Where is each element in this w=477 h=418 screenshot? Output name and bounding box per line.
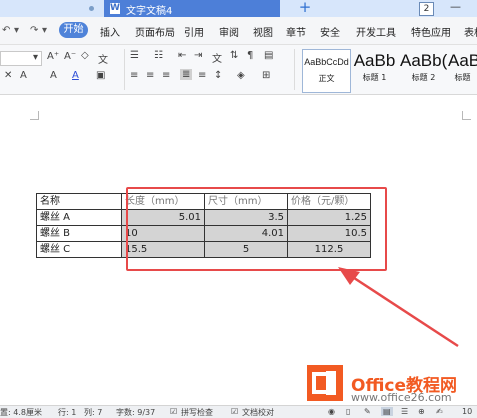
increase-indent-icon[interactable]: ⇥ [194, 50, 202, 61]
phonetic-icon[interactable]: 文 [98, 51, 108, 66]
tab-table[interactable]: 表格 [464, 24, 477, 39]
window-count-badge[interactable]: 2 [419, 2, 434, 16]
tab-security[interactable]: 安全 [320, 24, 340, 39]
tab-chapter[interactable]: 章节 [286, 24, 306, 39]
font-color-icon[interactable]: A [72, 70, 79, 81]
table-cell[interactable]: 螺丝 C [36, 241, 122, 258]
header-cell[interactable]: 名称 [36, 193, 122, 210]
redo-icon[interactable]: ↷ [30, 25, 38, 36]
page-corner-mark [30, 111, 39, 120]
status-row: 行: 1 [58, 408, 77, 417]
new-tab-button[interactable]: + [297, 0, 313, 17]
page-corner-mark [462, 111, 471, 120]
ribbon-separator [124, 49, 125, 90]
style-normal[interactable]: AaBbCcDd 正文 [302, 49, 351, 93]
spellcheck-icon[interactable]: ☑ [170, 407, 177, 416]
align-right-icon[interactable]: ≡ [162, 70, 170, 81]
status-position: 置: 4.8厘米 [0, 408, 42, 417]
outline-view-icon[interactable]: ☰ [401, 407, 408, 416]
style-label: 标题 1 [362, 73, 387, 82]
tab-review[interactable]: 审阅 [219, 24, 239, 39]
decrease-indent-icon[interactable]: ⇤ [178, 50, 186, 61]
chevron-down-icon[interactable]: ▾ [33, 52, 38, 63]
style-preview: AaBbCcDd [304, 57, 349, 67]
tab-references[interactable]: 引用 [184, 24, 204, 39]
strikethrough-icon[interactable]: ✕ [4, 70, 12, 81]
sort-icon[interactable]: ⇅ [230, 50, 238, 61]
chinese-layout-icon[interactable]: 文 [212, 50, 222, 65]
align-left-icon[interactable]: ≡ [130, 70, 138, 81]
tab-dot-icon [89, 6, 94, 11]
web-view-icon[interactable]: ⊕ [418, 407, 425, 416]
eye-icon[interactable]: ◉ [328, 407, 335, 416]
text-effect-icon[interactable]: A [50, 70, 57, 81]
read-mode-icon[interactable]: ▯ [346, 407, 350, 416]
tab-page-layout[interactable]: 页面布局 [135, 24, 175, 39]
align-center-icon[interactable]: ≡ [146, 70, 154, 81]
clear-format-icon[interactable]: ◇ [81, 50, 89, 61]
style-preview: AaBb [353, 51, 396, 70]
ribbon-separator [294, 49, 295, 90]
status-bar: 置: 4.8厘米 行: 1 列: 7 字数: 9/37 ☑ 拼写检查 ☑ 文档校… [0, 405, 477, 418]
status-col: 列: 7 [84, 408, 103, 417]
logo-url: www.office26.com [351, 391, 452, 404]
style-preview: AaBb [448, 51, 477, 70]
status-spellcheck[interactable]: 拼写检查 [181, 407, 213, 418]
shrink-font-icon[interactable]: A⁻ [64, 51, 76, 62]
tab-start[interactable]: 开始 [59, 22, 88, 38]
paragraph-settings-icon[interactable]: ▤ [264, 50, 273, 61]
edit-icon[interactable]: ✎ [364, 407, 371, 416]
tab-developer[interactable]: 开发工具 [356, 24, 396, 39]
show-marks-icon[interactable]: ¶ [247, 50, 253, 61]
undo-icon[interactable]: ↶ [2, 25, 10, 36]
title-bar: W 文字文稿4 + 2 — [0, 0, 477, 17]
line-spacing-icon[interactable]: ↕ [214, 70, 222, 81]
dropdown-icon[interactable]: ▾ [42, 25, 47, 36]
zoom-level[interactable]: 10 [462, 407, 472, 416]
arrow-shaft [347, 272, 459, 348]
shading-icon[interactable]: ◈ [237, 70, 245, 81]
status-doccheck[interactable]: 文档校对 [242, 407, 274, 418]
ribbon: ▾ A⁺ A⁻ ◇ 文 ✕ A A A ▣ ☰ ☷ ⇤ ⇥ 文 ⇅ ¶ ▤ ≡ … [0, 45, 477, 95]
tab-view[interactable]: 视图 [253, 24, 273, 39]
page-view-icon[interactable]: ▤ [381, 407, 393, 416]
dropdown-icon[interactable]: ▾ [14, 25, 19, 36]
minimize-icon[interactable]: — [450, 1, 462, 14]
table-cell[interactable]: 螺丝 A [36, 209, 122, 226]
doccheck-icon[interactable]: ☑ [231, 407, 238, 416]
style-title[interactable]: AaBb 标题 [448, 49, 477, 91]
table-cell[interactable]: 螺丝 B [36, 225, 122, 242]
document-tab-title: 文字文稿4 [126, 6, 173, 17]
office-logo-icon [307, 365, 343, 401]
annotation-arrow [338, 267, 459, 348]
style-heading-1[interactable]: AaBb 标题 1 [351, 49, 398, 91]
writing-mode-icon[interactable]: ✍ [436, 407, 443, 416]
style-preview: AaBb( [400, 51, 447, 70]
tab-insert[interactable]: 插入 [100, 24, 120, 39]
bullet-list-icon[interactable]: ☰ [130, 50, 139, 61]
justify-icon[interactable]: ≣ [180, 69, 193, 80]
style-label: 标题 [454, 73, 471, 82]
tab-special-apps[interactable]: 特色应用 [411, 24, 451, 39]
highlight-icon[interactable]: A [20, 70, 27, 81]
office-logo: Office教程网 www.office26.com [307, 365, 477, 405]
style-label: 标题 2 [411, 73, 436, 82]
arrow-head [338, 267, 360, 285]
numbered-list-icon[interactable]: ☷ [154, 50, 163, 61]
borders-icon[interactable]: ⊞ [262, 70, 270, 81]
grow-font-icon[interactable]: A⁺ [47, 51, 59, 62]
document-tab[interactable]: W 文字文稿4 [104, 0, 280, 17]
distribute-icon[interactable]: ≡ [198, 70, 206, 81]
status-word-count[interactable]: 字数: 9/37 [116, 407, 155, 418]
char-border-icon[interactable]: ▣ [96, 70, 105, 81]
menu-bar: ↶ ▾ ↷ ▾ 开始 插入 页面布局 引用 审阅 视图 章节 安全 开发工具 特… [0, 17, 477, 45]
style-label: 正文 [318, 74, 335, 83]
wps-writer-icon: W [110, 3, 120, 14]
style-heading-2[interactable]: AaBb( 标题 2 [400, 49, 447, 91]
